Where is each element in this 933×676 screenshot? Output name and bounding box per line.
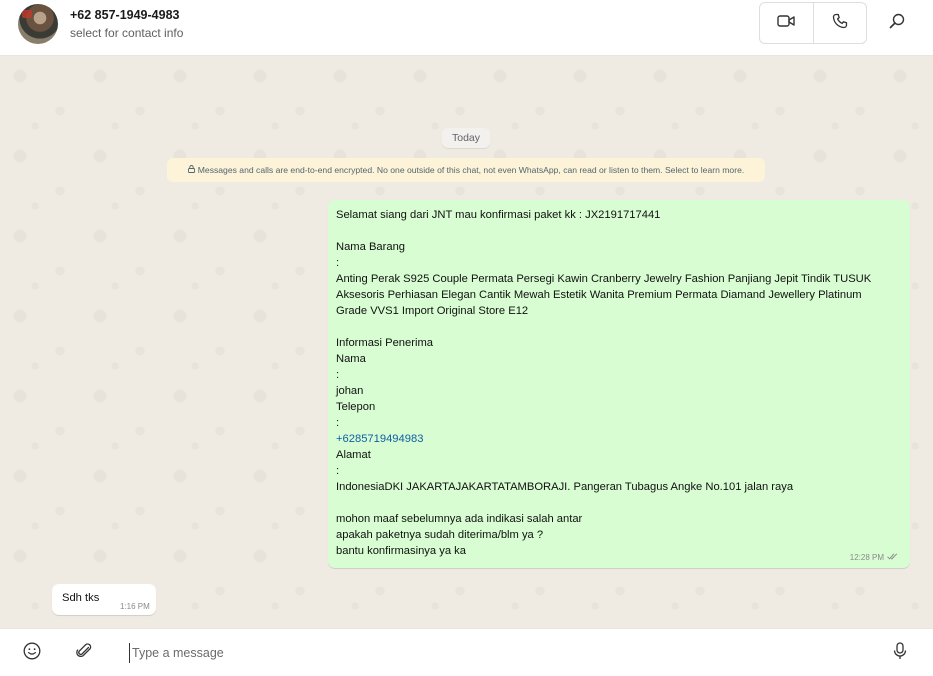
message-line: : bbox=[336, 417, 340, 429]
message-meta: 12:28 PM bbox=[850, 553, 898, 562]
outgoing-message[interactable]: Selamat siang dari JNT mau konfirmasi pa… bbox=[328, 200, 910, 568]
message-time: 1:16 PM bbox=[120, 602, 150, 611]
message-time: 12:28 PM bbox=[849, 553, 884, 562]
video-call-icon bbox=[777, 14, 796, 33]
contact-avatar[interactable] bbox=[18, 4, 58, 44]
message-line: Telepon bbox=[336, 401, 376, 413]
message-line: Nama Barang bbox=[336, 241, 406, 253]
message-line: Grade VVS1 Import Original Store E12 bbox=[336, 305, 529, 317]
message-line: Nama bbox=[336, 353, 366, 365]
encryption-notice[interactable]: Messages and calls are end-to-end encryp… bbox=[167, 158, 765, 182]
message-line: Aksesoris Perhiasan Elegan Cantik Mewah … bbox=[336, 289, 862, 301]
attach-button[interactable] bbox=[71, 640, 97, 666]
search-button[interactable] bbox=[882, 8, 912, 38]
double-check-icon bbox=[887, 553, 898, 562]
voice-message-button[interactable] bbox=[887, 640, 913, 666]
message-line: Informasi Penerima bbox=[336, 337, 433, 349]
message-line: mohon maaf sebelumnya ada indikasi salah… bbox=[336, 513, 583, 525]
message-line: : bbox=[336, 465, 340, 477]
message-line: bantu konfirmasinya ya ka bbox=[336, 545, 466, 557]
message-line: Selamat siang dari JNT mau konfirmasi pa… bbox=[336, 209, 661, 221]
message-line bbox=[336, 223, 902, 239]
lock-icon bbox=[187, 165, 195, 175]
microphone-icon bbox=[893, 641, 907, 665]
emoji-button[interactable] bbox=[19, 640, 45, 666]
chat-area[interactable]: Today Messages and calls are end-to-end … bbox=[0, 56, 933, 628]
message-line: apakah paketnya sudah diterima/blm ya ? bbox=[336, 529, 544, 541]
message-line bbox=[336, 319, 902, 335]
paperclip-icon bbox=[75, 642, 93, 665]
search-icon bbox=[889, 13, 905, 34]
message-composer bbox=[0, 628, 933, 676]
message-line: johan bbox=[336, 385, 364, 397]
contact-info-hint[interactable]: select for contact info bbox=[70, 26, 183, 40]
message-line: : bbox=[336, 257, 340, 269]
message-line bbox=[336, 495, 902, 511]
contact-name[interactable]: +62 857-1949-4983 bbox=[70, 8, 179, 22]
chat-header: +62 857-1949-4983 select for contact inf… bbox=[0, 0, 933, 56]
video-call-button[interactable] bbox=[760, 3, 813, 43]
message-line: : bbox=[336, 369, 340, 381]
emoji-icon bbox=[23, 642, 41, 665]
voice-call-icon bbox=[832, 13, 848, 34]
message-text: Sdh tks bbox=[62, 592, 100, 604]
message-line: IndonesiaDKI JAKARTAJAKARTATAMBORAJI. Pa… bbox=[336, 481, 794, 493]
call-button-group bbox=[759, 2, 867, 44]
message-input[interactable] bbox=[129, 643, 829, 663]
message-line: Anting Perak S925 Couple Permata Persegi… bbox=[336, 273, 872, 285]
message-body: Selamat siang dari JNT mau konfirmasi pa… bbox=[336, 207, 902, 559]
message-line: Alamat bbox=[336, 449, 371, 461]
phone-number-link[interactable]: +6285719494983 bbox=[336, 431, 902, 447]
encryption-notice-text: Messages and calls are end-to-end encryp… bbox=[197, 165, 745, 175]
voice-call-button[interactable] bbox=[812, 3, 866, 43]
date-divider: Today bbox=[442, 128, 490, 148]
incoming-message[interactable]: Sdh tks 1:16 PM bbox=[52, 584, 156, 615]
